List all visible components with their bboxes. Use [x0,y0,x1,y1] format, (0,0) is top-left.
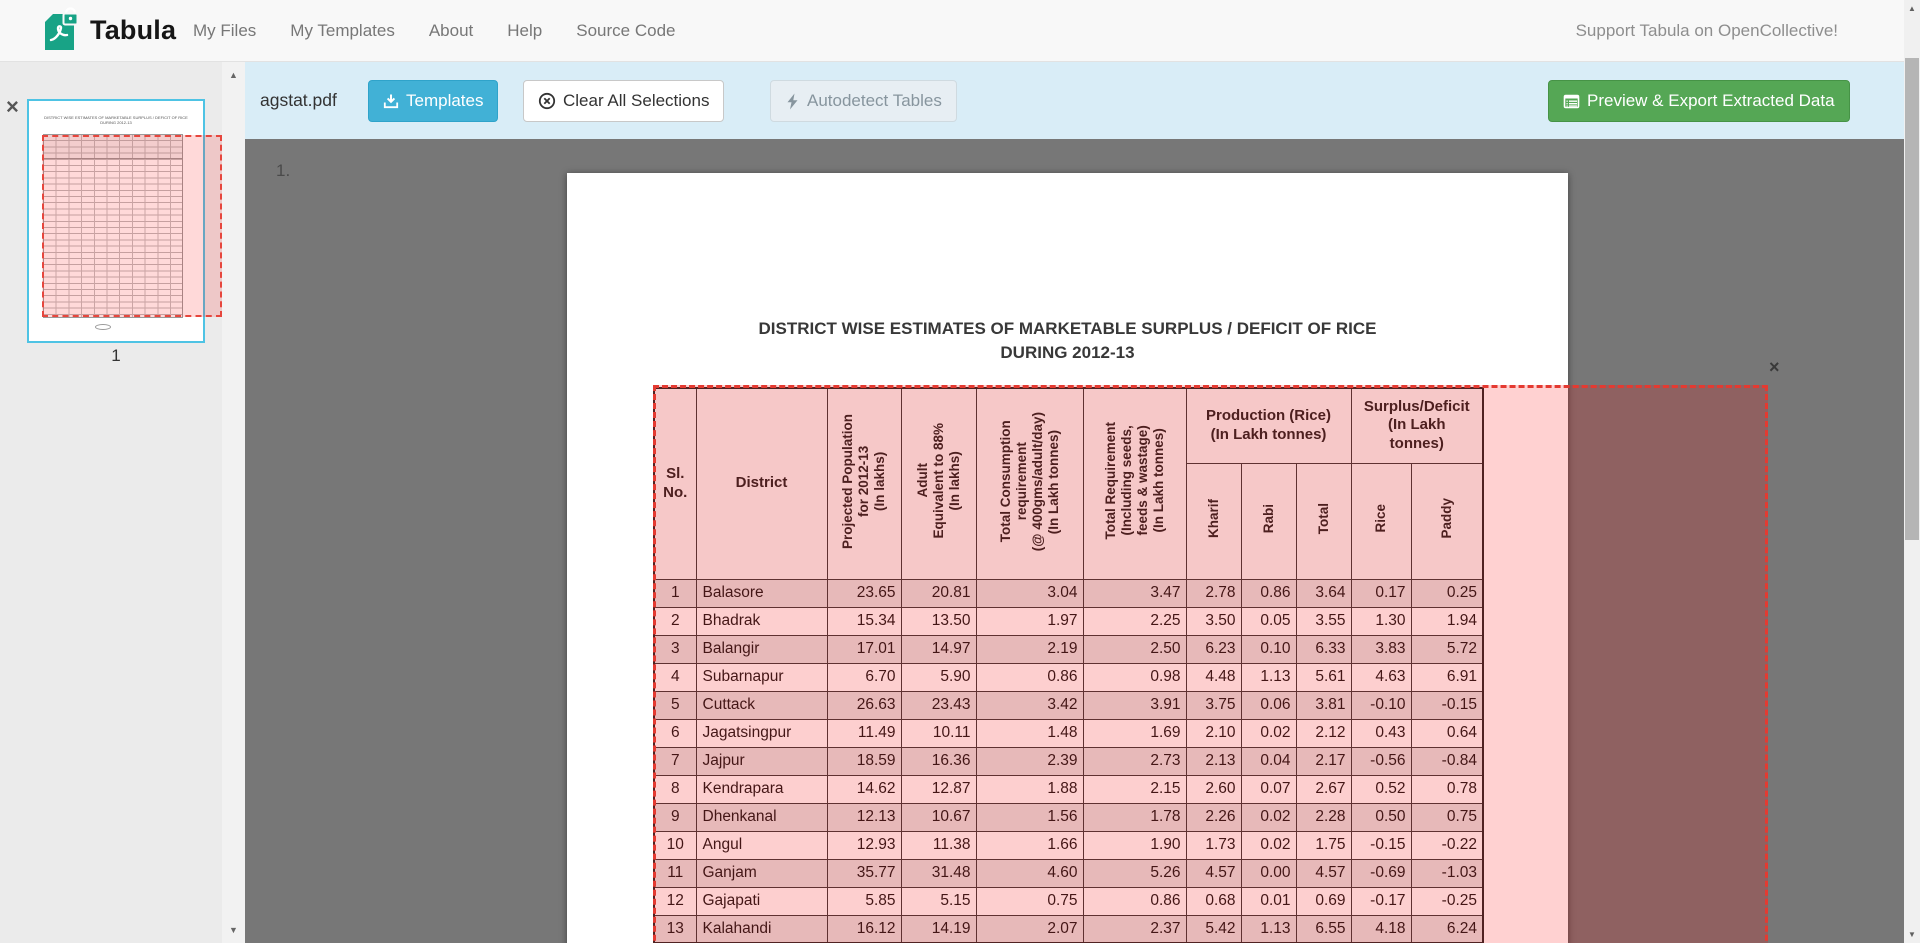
pdf-table-title-line1: DISTRICT WISE ESTIMATES OF MARKETABLE SU… [567,319,1568,339]
nav-links: My Files My Templates About Help Source … [176,0,692,62]
page-marker: 1. [276,161,290,181]
table-selection-overlay[interactable] [653,385,1768,943]
nav-item-my-files[interactable]: My Files [176,0,273,62]
thumbnail-selection-overlay [42,135,222,317]
lightning-bolt-icon [785,93,800,110]
scrollbar-down-icon[interactable]: ▼ [1904,930,1920,939]
circle-x-icon [538,92,556,110]
clear-all-selections-button[interactable]: Clear All Selections [523,80,724,122]
selection-close-icon[interactable]: × [1769,358,1780,376]
tabula-logo-icon [38,7,80,54]
brand-title: Tabula [90,15,176,46]
toolbar: agstat.pdf Templates Clear All Selection… [245,62,1904,139]
thumbnail-page-number: 1 [27,346,205,366]
brand-home-link[interactable]: Tabula [38,7,176,54]
nav-item-source-code[interactable]: Source Code [559,0,692,62]
autodetect-tables-button: Autodetect Tables [770,80,957,122]
remove-page-icon[interactable]: × [6,96,19,118]
clear-button-label: Clear All Selections [563,91,709,111]
current-filename: agstat.pdf [260,62,337,139]
sidebar-scroll-up-icon[interactable]: ▲ [222,70,245,80]
navbar: Tabula My Files My Templates About Help … [0,0,1920,62]
preview-export-button[interactable]: Preview & Export Extracted Data [1548,80,1850,122]
templates-button-label: Templates [406,91,483,111]
sidebar-scrollbar: ▲ ▼ [222,62,245,943]
thumbnail-title-line2: DURING 2012-13 [37,120,195,125]
thumbnail-sidebar: × DISTRICT WISE ESTIMATES OF MARKETABLE … [0,62,222,943]
window-scrollbar: ▲ ▼ [1904,0,1920,943]
nav-item-my-templates[interactable]: My Templates [273,0,412,62]
support-link[interactable]: Support Tabula on OpenCollective! [1576,0,1838,62]
sidebar-scroll-down-icon[interactable]: ▼ [222,925,245,935]
scrollbar-thumb[interactable] [1905,58,1919,540]
nav-item-about[interactable]: About [412,0,490,62]
templates-button[interactable]: Templates [368,80,498,122]
save-template-icon [383,93,399,109]
scrollbar-up-icon[interactable]: ▲ [1904,4,1920,13]
autodetect-button-label: Autodetect Tables [807,91,942,111]
nav-item-help[interactable]: Help [490,0,559,62]
export-button-label: Preview & Export Extracted Data [1587,91,1835,111]
list-alt-icon [1563,93,1580,110]
thumbnail-footer-mark [95,324,111,330]
pdf-table-title-line2: DURING 2012-13 [567,343,1568,363]
pdf-viewer-area: 1. DISTRICT WISE ESTIMATES OF MARKETABLE… [245,139,1904,943]
